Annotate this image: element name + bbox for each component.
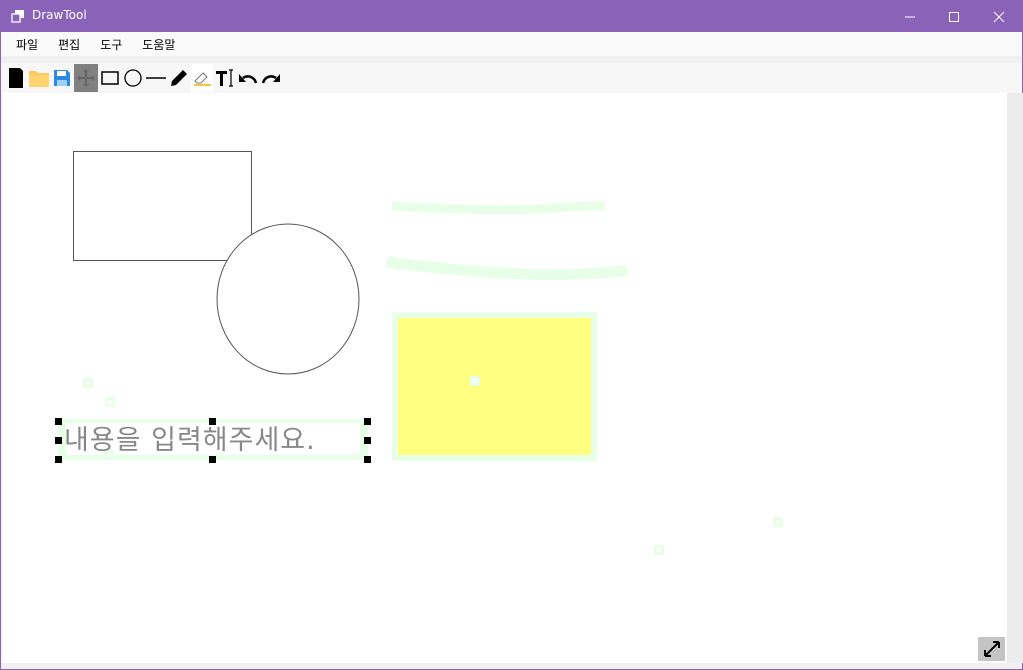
rectangle-button[interactable] bbox=[99, 64, 121, 92]
app-icon bbox=[11, 10, 24, 23]
maximize-button[interactable] bbox=[931, 1, 977, 32]
menu-file[interactable]: 파일 bbox=[8, 32, 46, 56]
folder-icon bbox=[29, 71, 49, 87]
drawing-canvas[interactable] bbox=[2, 93, 1007, 663]
resize-handle[interactable] bbox=[364, 456, 371, 463]
resize-handle[interactable] bbox=[364, 437, 371, 444]
resize-handle[interactable] bbox=[55, 437, 62, 444]
menu-help[interactable]: 도움말 bbox=[134, 32, 183, 56]
menu-bar: 파일 편집 도구 도움말 bbox=[1, 32, 1022, 56]
eraser-icon bbox=[194, 72, 211, 86]
line-button[interactable] bbox=[145, 64, 167, 92]
rectangle-shape[interactable] bbox=[73, 151, 252, 261]
point-marker[interactable] bbox=[83, 378, 93, 388]
toolbar bbox=[1, 63, 1022, 93]
text-icon bbox=[216, 69, 233, 87]
minimize-button[interactable] bbox=[887, 1, 933, 32]
resize-handle[interactable] bbox=[209, 456, 216, 463]
rectangle-icon bbox=[101, 71, 119, 85]
save-button[interactable] bbox=[51, 64, 73, 92]
ellipse-button[interactable] bbox=[122, 64, 144, 92]
close-button[interactable] bbox=[976, 1, 1022, 32]
resize-handle[interactable] bbox=[364, 418, 371, 425]
text-button[interactable] bbox=[214, 64, 236, 92]
eraser-button[interactable] bbox=[191, 64, 213, 92]
open-button[interactable] bbox=[28, 64, 50, 92]
filled-rectangle-shape[interactable] bbox=[392, 312, 597, 461]
pen-stroke[interactable] bbox=[391, 201, 606, 215]
app-window: DrawTool 파일 편집 도구 도움말 내용을 입력해주세요. bbox=[0, 0, 1023, 670]
save-icon bbox=[54, 70, 70, 86]
point-marker[interactable] bbox=[105, 397, 115, 407]
line-icon bbox=[146, 77, 166, 79]
pencil-icon bbox=[171, 70, 187, 86]
resize-handle[interactable] bbox=[55, 456, 62, 463]
move-icon bbox=[77, 69, 95, 87]
point-marker[interactable] bbox=[654, 545, 664, 555]
expand-diagonal-icon bbox=[983, 641, 1000, 657]
ellipse-shape[interactable] bbox=[216, 223, 360, 375]
text-placeholder[interactable]: 내용을 입력해주세요. bbox=[64, 418, 316, 457]
undo-icon bbox=[239, 74, 258, 84]
point-marker[interactable] bbox=[470, 376, 480, 386]
title-bar: DrawTool bbox=[1, 1, 1023, 32]
shapes-layer bbox=[73, 151, 628, 461]
resize-handle[interactable] bbox=[209, 418, 216, 425]
new-file-icon bbox=[9, 68, 23, 88]
redo-button[interactable] bbox=[260, 64, 282, 92]
resize-handle[interactable] bbox=[55, 418, 62, 425]
vertical-scroll-area[interactable] bbox=[1007, 93, 1023, 663]
menu-edit[interactable]: 편집 bbox=[50, 32, 88, 56]
fit-canvas-button[interactable] bbox=[978, 637, 1005, 661]
window-title: DrawTool bbox=[32, 8, 87, 22]
move-button[interactable] bbox=[74, 64, 98, 92]
undo-button[interactable] bbox=[237, 64, 259, 92]
pen-button[interactable] bbox=[168, 64, 190, 92]
pen-stroke[interactable] bbox=[386, 256, 628, 280]
redo-icon bbox=[261, 74, 280, 84]
new-button[interactable] bbox=[5, 64, 27, 92]
point-marker[interactable] bbox=[773, 517, 783, 527]
menu-tools[interactable]: 도구 bbox=[92, 32, 130, 56]
ellipse-icon bbox=[124, 69, 142, 87]
